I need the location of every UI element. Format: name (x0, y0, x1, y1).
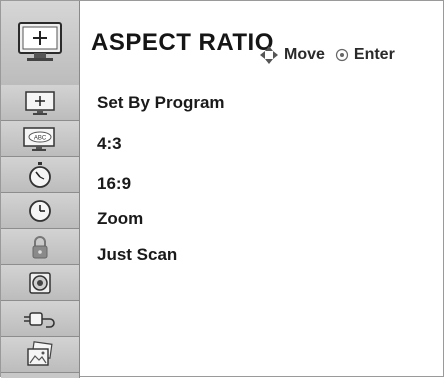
abc-screen-icon: ABC (23, 126, 55, 151)
key-hints: Move Enter (258, 44, 395, 66)
option-set-by-program[interactable]: Set By Program (97, 93, 225, 113)
option-just-scan[interactable]: Just Scan (97, 245, 177, 265)
option-16-9[interactable]: 16:9 (97, 174, 131, 194)
picture-screen-icon (25, 90, 55, 115)
sidebar-item-abc[interactable]: ABC (1, 121, 79, 157)
sidebar-item-audio[interactable] (1, 265, 79, 301)
stopwatch-icon (29, 161, 51, 188)
sidebar-item-stopwatch[interactable] (1, 157, 79, 193)
move-arrows-icon (260, 46, 278, 64)
option-4-3[interactable]: 4:3 (97, 134, 122, 154)
speaker-icon (29, 271, 51, 294)
sidebar-item-media[interactable] (1, 337, 79, 373)
clock-icon (29, 199, 51, 222)
sidebar-item-input[interactable] (1, 301, 79, 337)
sidebar-item-clock[interactable] (1, 193, 79, 229)
picture-screen-icon (18, 22, 62, 61)
header-icon-cell (1, 1, 80, 85)
enter-hint-label: Enter (353, 46, 395, 63)
move-hint-label: Move (284, 46, 325, 63)
enter-button-icon (335, 48, 349, 62)
photo-media-icon (27, 340, 53, 366)
menu-window: ASPECT RATIO Move Enter ABC Set By Progr… (0, 0, 444, 378)
padlock-icon (32, 235, 48, 258)
category-sidebar: ABC (1, 85, 80, 378)
menu-header: ASPECT RATIO Move Enter (1, 1, 444, 85)
sidebar-item-picture[interactable] (1, 85, 79, 121)
sidebar-item-lock[interactable] (1, 229, 79, 265)
page-title: ASPECT RATIO (91, 29, 274, 56)
plug-connector-icon (24, 311, 55, 328)
option-zoom[interactable]: Zoom (97, 209, 143, 229)
svg-text:ABC: ABC (34, 135, 47, 141)
